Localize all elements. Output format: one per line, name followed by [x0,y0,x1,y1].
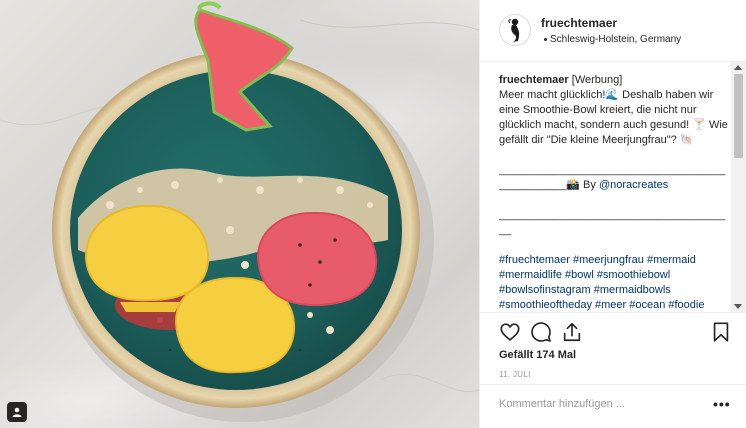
comment-icon[interactable] [530,321,552,343]
location-label[interactable]: Schleswig-Holstein, Germany [550,34,681,45]
post-actions: Gefällt 174 Mal 11. JULI [480,312,746,384]
avatar[interactable] [499,14,531,46]
bookmark-icon[interactable] [710,321,732,343]
caption-line-1: [Werbung] [571,74,623,86]
caption-header: fruechtemaer [Werbung] [499,73,731,88]
caption-rule-2: _______________________________________ [499,209,726,236]
comment-input[interactable] [499,398,699,410]
more-options-icon[interactable]: ••• [713,397,731,411]
share-icon[interactable] [561,321,583,343]
location-dot-icon [544,38,547,41]
location[interactable]: Schleswig-Holstein, Germany [544,34,681,45]
post-date[interactable]: 11. JULI [499,370,531,379]
caption-area: fruechtemaer [Werbung] Meer macht glückl… [499,73,731,311]
mermaid-logo-icon [508,18,520,42]
tag-user-icon [12,407,22,417]
scroll-thumb[interactable] [734,74,743,158]
scroll-up-arrow-icon[interactable] [734,65,742,70]
post-sidebar: fruechtemaer Schleswig-Holstein, Germany… [479,0,746,428]
add-comment-bar: ••• [480,384,746,428]
caption-username[interactable]: fruechtemaer [499,74,569,86]
caption-credit-row: ________________________________________… [499,163,731,193]
caption-text: Meer macht glücklich!🌊 Deshalb haben wir… [499,89,731,146]
credit-link[interactable]: @noracreates [599,179,668,191]
scroll-down-arrow-icon[interactable] [734,304,742,309]
caption-scrollbar[interactable] [731,62,746,312]
heart-icon[interactable] [499,321,521,343]
post-photo[interactable] [0,0,479,428]
username[interactable]: fruechtemaer [541,16,617,30]
hashtags[interactable]: #fruechtemaer #meerjungfrau #mermaid #me… [499,253,731,311]
smoothie-bowl-image [0,1,479,422]
tag-user-button[interactable] [7,402,27,422]
post-header: fruechtemaer Schleswig-Holstein, Germany [480,0,746,62]
likes-count[interactable]: Gefällt 174 Mal [499,349,576,361]
